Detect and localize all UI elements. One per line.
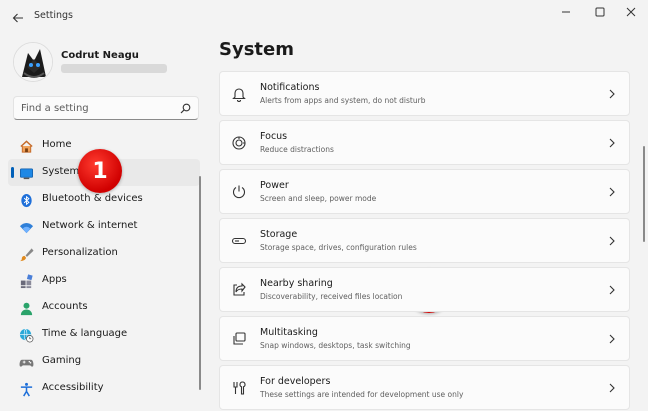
bluetooth-icon: [18, 192, 34, 208]
multitask-icon: [230, 330, 248, 348]
chevron-right-icon: [609, 187, 615, 197]
card-title: Multitasking: [260, 327, 318, 338]
monitor-icon: [18, 165, 34, 181]
card-subtitle: Reduce distractions: [260, 145, 334, 154]
share-icon: [230, 281, 248, 299]
card-subtitle: These settings are intended for developm…: [260, 390, 464, 399]
chevron-right-icon: [609, 236, 615, 246]
close-icon: [626, 7, 636, 17]
accessibility-icon: [18, 381, 34, 397]
sidebar-item-personalization[interactable]: Personalization: [8, 240, 200, 267]
sidebar-scrollbar[interactable]: [199, 176, 201, 390]
card-subtitle: Storage space, drives, configuration rul…: [260, 243, 417, 252]
minimize-button[interactable]: [554, 4, 578, 20]
user-name: Codrut Neagu: [61, 50, 139, 61]
card-title: Focus: [260, 131, 288, 142]
sidebar-item-label: Personalization: [42, 247, 118, 258]
chevron-right-icon: [609, 383, 615, 393]
search-box[interactable]: [13, 96, 199, 120]
card-power[interactable]: Power Screen and sleep, power mode: [219, 169, 630, 214]
close-button[interactable]: [619, 4, 643, 20]
card-title: Power: [260, 180, 289, 191]
avatar-icon: [14, 43, 52, 81]
card-focus[interactable]: Focus Reduce distractions: [219, 120, 630, 165]
content-scrollbar[interactable]: [643, 146, 645, 242]
annotation-badge-1: 1: [78, 149, 122, 193]
sidebar-item-accessibility[interactable]: Accessibility: [8, 375, 200, 402]
chevron-right-icon: [609, 285, 615, 295]
brush-icon: [18, 246, 34, 262]
arrow-left-icon: [12, 13, 23, 23]
card-subtitle: Alerts from apps and system, do not dist…: [260, 96, 426, 105]
sidebar-item-label: Network & internet: [42, 220, 138, 231]
card-subtitle: Discoverability, received files location: [260, 292, 403, 301]
card-subtitle: Snap windows, desktops, task switching: [260, 341, 411, 350]
wifi-icon: [18, 219, 34, 235]
power-icon: [230, 183, 248, 201]
focus-icon: [230, 134, 248, 152]
sidebar-item-label: Gaming: [42, 355, 82, 366]
card-title: Notifications: [260, 82, 320, 93]
sidebar-item-label: Bluetooth & devices: [42, 193, 143, 204]
title-bar: Settings: [0, 0, 648, 34]
card-subtitle: Screen and sleep, power mode: [260, 194, 377, 203]
sidebar-item-network-internet[interactable]: Network & internet: [8, 213, 200, 240]
home-icon: [18, 138, 34, 154]
chevron-right-icon: [609, 89, 615, 99]
sidebar-item-time-language[interactable]: Time & language: [8, 321, 200, 348]
card-multitasking[interactable]: Multitasking Snap windows, desktops, tas…: [219, 316, 630, 361]
globe-clock-icon: [18, 327, 34, 343]
sidebar-item-label: Time & language: [42, 328, 128, 339]
avatar[interactable]: [13, 42, 53, 82]
search-input[interactable]: [21, 101, 181, 115]
main-content: System Notifications Alerts from apps an…: [212, 34, 648, 411]
tools-icon: [230, 379, 248, 397]
sidebar: Codrut Neagu Home System Bluetooth & dev…: [0, 34, 212, 411]
card-title: Storage: [260, 229, 298, 240]
user-email-redacted: [61, 64, 167, 73]
chevron-right-icon: [609, 334, 615, 344]
chevron-right-icon: [609, 138, 615, 148]
card-notifications[interactable]: Notifications Alerts from apps and syste…: [219, 71, 630, 116]
card-title: For developers: [260, 376, 331, 387]
maximize-icon: [595, 7, 605, 17]
page-title: System: [219, 39, 294, 60]
bell-icon: [230, 85, 248, 103]
card-storage[interactable]: Storage Storage space, drives, configura…: [219, 218, 630, 263]
card-for-developers[interactable]: For developers These settings are intend…: [219, 365, 630, 410]
card-title: Nearby sharing: [260, 278, 333, 289]
card-nearby-sharing[interactable]: Nearby sharing Discoverability, received…: [219, 267, 630, 312]
storage-icon: [230, 232, 248, 250]
person-icon: [18, 300, 34, 316]
sidebar-item-label: Accounts: [42, 301, 88, 312]
sidebar-item-accounts[interactable]: Accounts: [8, 294, 200, 321]
sidebar-item-label: Apps: [42, 274, 67, 285]
sidebar-item-apps[interactable]: Apps: [8, 267, 200, 294]
search-icon[interactable]: [180, 103, 191, 114]
maximize-button[interactable]: [588, 4, 612, 20]
window-title: Settings: [34, 10, 73, 21]
minimize-icon: [562, 11, 570, 13]
sidebar-item-label: Home: [42, 139, 72, 150]
back-button[interactable]: [9, 9, 27, 27]
sidebar-item-gaming[interactable]: Gaming: [8, 348, 200, 375]
sidebar-item-label: Accessibility: [42, 382, 104, 393]
apps-icon: [18, 273, 34, 289]
gamepad-icon: [18, 354, 34, 370]
sidebar-item-label: System: [42, 166, 80, 177]
